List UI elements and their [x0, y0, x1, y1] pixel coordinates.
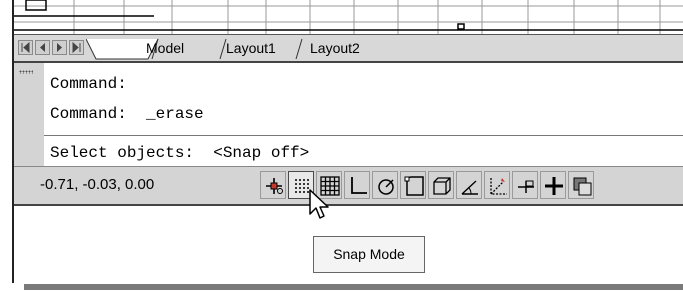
dynamic-ucs-button[interactable]	[484, 171, 510, 199]
object-snap-tracking-button[interactable]	[456, 171, 482, 199]
otrack-icon	[461, 180, 478, 195]
3d-object-snap-button[interactable]	[428, 171, 454, 199]
last-tab-icon	[72, 41, 81, 54]
tab-layout1[interactable]: Layout1	[226, 38, 276, 58]
command-history-line: Command:	[50, 75, 127, 93]
polar-tracking-button[interactable]	[372, 171, 398, 199]
infer-constraints-icon	[266, 178, 283, 194]
ortho-mode-button[interactable]	[344, 171, 370, 199]
object-snap-icon	[404, 176, 424, 196]
command-prompt-line[interactable]: Select objects: <Snap off>	[50, 144, 309, 162]
tab-layout2[interactable]: Layout2	[310, 38, 360, 58]
layout-tabs-bar: Model Layout1 Layout2	[14, 34, 683, 62]
snap-mode-tooltip: Snap Mode	[313, 236, 425, 273]
grip-dots-icon	[19, 70, 33, 74]
first-tab-button[interactable]	[18, 40, 33, 55]
last-tab-button[interactable]	[69, 40, 84, 55]
object-snap-button[interactable]	[400, 171, 426, 199]
tab-model[interactable]: Model	[146, 38, 184, 58]
drawing-area[interactable]	[14, 0, 683, 34]
status-bar: -0.71, -0.03, 0.00	[14, 166, 683, 206]
transparency-button[interactable]	[568, 171, 594, 199]
3d-object-snap-icon	[433, 177, 451, 195]
dynamic-ucs-icon	[490, 178, 507, 195]
previous-tab-button[interactable]	[35, 40, 50, 55]
command-line-separator	[44, 135, 683, 136]
frame-shadow	[24, 284, 683, 290]
dynamic-input-icon	[518, 180, 534, 193]
polar-icon	[378, 179, 394, 195]
next-tab-icon	[57, 43, 62, 52]
ortho-icon	[351, 177, 367, 194]
dynamic-input-button[interactable]	[512, 171, 538, 199]
lineweight-icon	[545, 177, 563, 195]
command-history-line: Command: _erase	[50, 105, 204, 123]
previous-tab-icon	[40, 43, 45, 52]
mouse-cursor-icon	[309, 189, 329, 219]
transparency-icon	[573, 177, 592, 196]
first-tab-icon	[21, 41, 30, 54]
lineweight-button[interactable]	[540, 171, 566, 199]
command-window-grip[interactable]	[14, 63, 44, 167]
drawing-grid	[14, 0, 683, 34]
coordinate-display[interactable]: -0.71, -0.03, 0.00	[16, 170, 256, 200]
next-tab-button[interactable]	[52, 40, 67, 55]
infer-constraints-button[interactable]	[260, 171, 286, 199]
command-window[interactable]: Command: Command: _erase Select objects:…	[14, 61, 683, 167]
